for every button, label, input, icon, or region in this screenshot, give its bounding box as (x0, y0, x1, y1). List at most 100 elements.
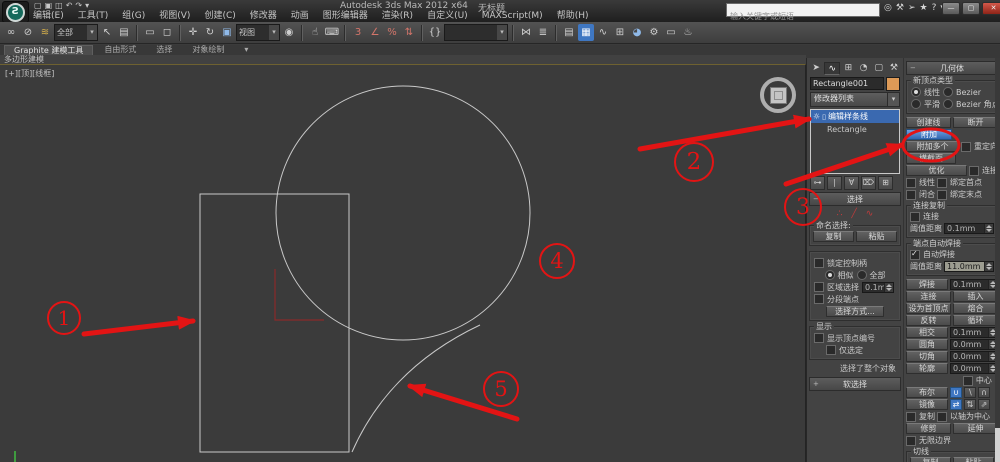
app-logo-icon[interactable]: Ƨ (2, 1, 29, 23)
hierarchy-tab[interactable]: ⊞ (841, 62, 855, 75)
chevron-down-icon[interactable]: ▾ (887, 93, 899, 106)
spinner-down-icon[interactable] (986, 267, 992, 270)
remove-modifier-icon[interactable]: ⌦ (861, 176, 876, 190)
named-selection-sets-select[interactable]: ▾ (444, 24, 508, 41)
infinite-bounds-checkbox[interactable]: 无限边界 (906, 435, 951, 446)
break-button[interactable]: 断开 (953, 117, 998, 128)
spinner-control[interactable] (884, 282, 893, 292)
infocenter-search-box[interactable] (726, 3, 885, 23)
motion-tab[interactable]: ◔ (857, 62, 871, 75)
threshold-distance-field[interactable]: 0.1mm (944, 223, 994, 234)
attach-multiple-button[interactable]: 附加多个 (906, 141, 959, 152)
viewcube-top-face[interactable] (769, 86, 787, 104)
linear-checkbox[interactable]: 线性 (906, 177, 935, 188)
menu-item[interactable]: 图形编辑器 (316, 11, 375, 22)
weld-button-field[interactable]: 0.1mm (950, 279, 998, 290)
linear-vertex-radio[interactable]: 线性 (911, 87, 940, 98)
select-and-move-icon[interactable]: ✛ (185, 24, 201, 41)
segment-subobject-icon[interactable]: ╱ (851, 208, 856, 220)
scrollbar-thumb[interactable] (995, 428, 1000, 462)
bezier-vertex-radio[interactable]: Bezier (943, 87, 981, 97)
outline-button-field[interactable]: 0.0mm (950, 363, 998, 374)
bind-first-checkbox[interactable]: 绑定首点 (937, 177, 982, 188)
material-editor-icon[interactable]: ◕ (629, 24, 645, 41)
selected-only-checkbox[interactable]: 仅选定 (826, 345, 863, 356)
soft-selection-rollout-header[interactable]: + 软选择 (809, 377, 901, 391)
viewport-label[interactable]: [+][顶][线框] (5, 68, 54, 79)
pin-stack-icon[interactable]: ⊶ (810, 176, 825, 190)
boolean-button[interactable]: 布尔 (906, 387, 948, 398)
show-end-result-icon[interactable]: ∣ (827, 176, 842, 190)
object-name-field[interactable]: Rectangle001 (810, 77, 884, 90)
menu-item[interactable]: 修改器 (243, 11, 284, 22)
select-object-icon[interactable]: ↖ (99, 24, 115, 41)
menu-item[interactable]: 帮助(H) (550, 11, 596, 22)
boolean-union-icon[interactable]: ∪ (950, 387, 962, 398)
spinner-control[interactable] (984, 262, 993, 271)
extend-button[interactable]: 延伸 (953, 423, 998, 434)
object-color-swatch[interactable] (886, 77, 900, 91)
fuse-button[interactable]: 熔合 (953, 303, 998, 314)
boolean-intersect-icon[interactable]: ∩ (978, 387, 990, 398)
about-pivot-checkbox[interactable]: 以轴为中心 (937, 411, 990, 422)
restore-button[interactable]: ▢ (962, 2, 980, 15)
menu-item[interactable]: 创建(C) (197, 11, 242, 22)
ribbon-options-icon[interactable]: ▾ (235, 45, 257, 55)
unlink-selection-icon[interactable]: ⊘ (20, 24, 36, 41)
viewport[interactable]: [+][顶][线框] (0, 64, 806, 462)
automatic-welding-checkbox[interactable]: 自动焊接 (910, 249, 955, 260)
vertex-subobject-icon[interactable]: ∴ (837, 208, 843, 220)
schematic-view-icon[interactable]: ⊞ (612, 24, 628, 41)
menu-item[interactable]: 工具(T) (71, 11, 116, 22)
trim-button[interactable]: 修剪 (906, 423, 951, 434)
cross-section-button[interactable]: 横截面 (906, 153, 956, 164)
tangent-copy-button[interactable]: 复制 (910, 457, 951, 462)
ribbon-tab[interactable]: Graphite 建模工具 (4, 45, 94, 55)
create-line-button[interactable]: 创建线 (906, 117, 951, 128)
connect-button[interactable]: 连接 (906, 291, 951, 302)
layer-manager-icon[interactable]: ▤ (561, 24, 577, 41)
alike-radio[interactable]: 相似 (824, 270, 854, 281)
mirror-copy-checkbox[interactable]: 复制 (906, 411, 935, 422)
redo-icon[interactable]: ↷ (75, 1, 82, 11)
keyboard-shortcut-override-icon[interactable]: ⌨ (324, 24, 340, 41)
search-input[interactable] (727, 10, 885, 23)
graphite-modeling-tools-toggle-icon[interactable]: ▦ (578, 24, 594, 41)
refine-button[interactable]: 优化 (906, 165, 967, 176)
reverse-button[interactable]: 反转 (906, 315, 951, 326)
align-icon[interactable]: ≣ (535, 24, 551, 41)
geometry-rollout-header[interactable]: − 几何体 (906, 61, 998, 75)
undo-icon[interactable]: ↶ (66, 1, 73, 11)
infocenter-search-icon[interactable]: ◎ (884, 2, 892, 15)
fillet-button-field[interactable]: 0.0mm (950, 339, 998, 350)
minimize-button[interactable]: — (942, 2, 960, 15)
lock-handles-checkbox[interactable]: 锁定控制柄 (814, 258, 867, 269)
spinner-control[interactable] (984, 224, 993, 233)
angle-snap-icon[interactable]: ∠ (367, 24, 383, 41)
attach-button[interactable]: 附加 (906, 129, 952, 140)
center-checkbox[interactable]: 中心 (962, 375, 992, 386)
new-scene-icon[interactable]: ▢ (34, 1, 42, 11)
bezier-corner-vertex-radio[interactable]: Bezier 角点 (943, 99, 1000, 110)
area-selection-checkbox[interactable]: 区域选择 (814, 282, 859, 293)
cross-insert-button[interactable]: 相交 (906, 327, 948, 338)
spinner-up-icon[interactable] (986, 225, 992, 228)
use-pivot-point-center-icon[interactable]: ◉ (281, 24, 297, 41)
modifier-list-dropdown[interactable]: 修改器列表 ▾ (810, 92, 900, 107)
weld-threshold-field[interactable]: 11.0mm (944, 261, 994, 272)
save-file-icon[interactable]: ◫ (55, 1, 63, 11)
spinner-up-icon[interactable] (986, 263, 992, 266)
favorites-icon[interactable]: ★ (919, 2, 927, 15)
chevron-down-icon[interactable]: ▾ (497, 25, 507, 40)
fillet-button[interactable]: 圆角 (906, 339, 948, 350)
show-vertex-numbers-checkbox[interactable]: 显示顶点编号 (814, 333, 875, 344)
quick-access-dropdown-icon[interactable]: ▾ (85, 1, 89, 11)
open-file-icon[interactable]: ▣ (45, 1, 53, 11)
spinner-down-icon[interactable] (986, 229, 992, 232)
spinner-snap-icon[interactable]: ⇅ (401, 24, 417, 41)
communication-center-icon[interactable]: ➢ (908, 2, 916, 15)
ribbon-tab[interactable]: 自由形式 (95, 45, 145, 55)
viewcube[interactable] (760, 77, 796, 113)
make-first-button[interactable]: 设为首顶点 (906, 303, 951, 314)
make-unique-icon[interactable]: ∀ (844, 176, 859, 190)
